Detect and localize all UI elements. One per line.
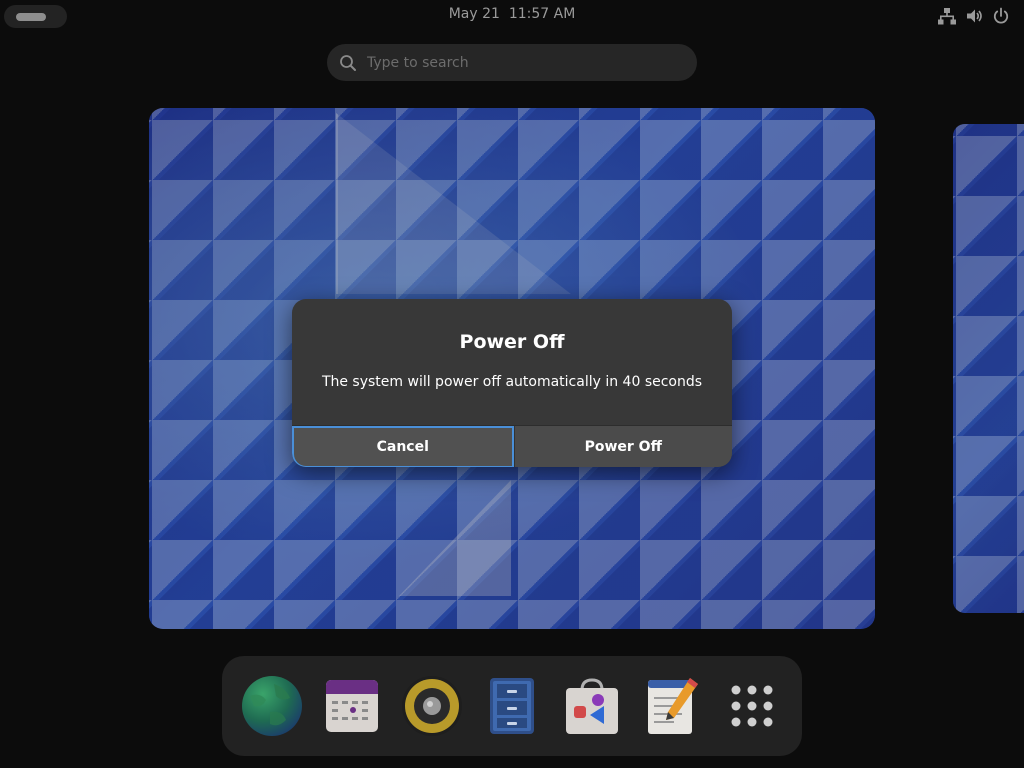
power-off-button[interactable]: Power Off [513, 426, 732, 467]
app-grid-icon [731, 685, 773, 727]
speaker-icon [402, 676, 462, 736]
workspace-thumbnail-next[interactable] [953, 124, 1024, 613]
dock-item-file-manager[interactable] [480, 674, 544, 738]
search-bar[interactable] [327, 44, 697, 81]
dock-item-show-apps[interactable] [720, 674, 784, 738]
notepad-pencil-icon [648, 678, 698, 734]
workspace-dim-overlay [953, 124, 1024, 613]
dock [222, 656, 802, 756]
dock-item-music-player[interactable] [400, 674, 464, 738]
clock-date: May 21 [448, 6, 500, 22]
screen: May 21 11:57 AM Type to search Power Off… [0, 0, 1024, 768]
globe-icon [242, 676, 302, 736]
shopping-bag-icon [566, 678, 618, 734]
cancel-button[interactable]: Cancel [292, 426, 514, 467]
calendar-icon [326, 680, 378, 732]
network-icon[interactable] [938, 7, 956, 25]
filing-cabinet-icon [490, 678, 534, 734]
volume-icon[interactable] [965, 7, 983, 25]
dock-item-software-store[interactable] [560, 674, 624, 738]
top-bar: May 21 11:57 AM [0, 0, 1024, 32]
dock-item-web-browser[interactable] [240, 674, 304, 738]
dialog-title: Power Off [459, 331, 565, 353]
dialog-message: The system will power off automatically … [321, 374, 703, 390]
power-off-dialog: Power Off The system will power off auto… [292, 299, 732, 467]
search-input[interactable] [367, 44, 677, 81]
search-icon [340, 55, 356, 71]
dock-item-calendar[interactable] [320, 674, 384, 738]
dock-item-text-editor[interactable] [640, 674, 704, 738]
system-tray[interactable] [929, 7, 1010, 25]
clock-time: 11:57 AM [508, 6, 576, 22]
dialog-button-row: Cancel Power Off [292, 425, 732, 467]
clock[interactable]: May 21 11:57 AM [0, 6, 1024, 22]
power-icon[interactable] [992, 7, 1010, 25]
